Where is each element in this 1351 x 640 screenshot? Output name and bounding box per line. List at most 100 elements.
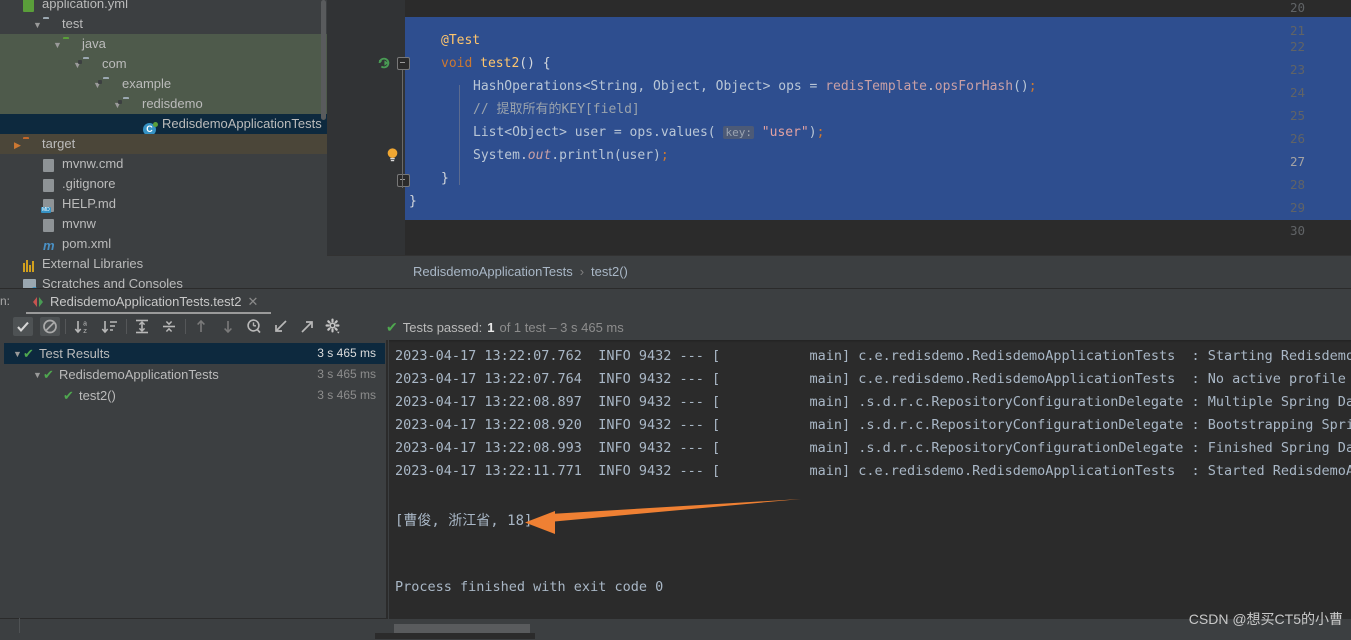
code-line-26: List<Object> user = ops.values( key: "us… xyxy=(473,125,825,140)
folder-green-icon xyxy=(63,37,79,50)
project-tree-item-application-yml[interactable]: application.yml xyxy=(0,0,327,14)
line-number-26: 26 xyxy=(1289,131,1305,146)
expand-all-icon[interactable] xyxy=(132,317,152,336)
console-top-shadow xyxy=(389,340,1351,343)
test-tree-row[interactable]: ✔ test2() 3 s 465 ms xyxy=(4,385,385,406)
toolbar-separator-2 xyxy=(126,319,127,334)
code-line-25-comment: // 提取所有的KEY[field] xyxy=(473,102,640,117)
editor-gutter[interactable] xyxy=(327,0,405,255)
console-vertical-splitter[interactable] xyxy=(386,340,388,619)
project-tree-item-label: target xyxy=(42,136,76,151)
project-tree-item-example[interactable]: ▼ example xyxy=(0,74,327,94)
test-results-tree[interactable]: ▼✔ Test Results 3 s 465 ms ▼✔ RedisdemoAppli… xyxy=(0,340,385,618)
project-tree-item-external-libraries[interactable]: External Libraries xyxy=(0,254,327,274)
project-tree-item-label: mvnw xyxy=(62,216,96,231)
code-line-24: HashOperations<String, Object, Object> o… xyxy=(473,79,1037,94)
previous-failed-test-icon[interactable] xyxy=(191,317,211,336)
console-log-line: 2023-04-17 13:22:11.771 INFO 9432 --- [ … xyxy=(395,463,1351,479)
project-tree-item-target[interactable]: ▶ target xyxy=(0,134,327,154)
run-tab-title: RedisdemoApplicationTests.test2 xyxy=(50,294,242,309)
line-number-28: 28 xyxy=(1289,177,1305,192)
tree-twisty-icon[interactable]: ▼ xyxy=(52,35,63,55)
console-log-line: 2023-04-17 13:22:07.764 INFO 9432 --- [ … xyxy=(395,371,1351,387)
code-editor[interactable]: @Test void test2() { HashOperations<Stri… xyxy=(327,0,1351,255)
run-window-label: n: xyxy=(0,294,11,308)
project-tree-item-java[interactable]: ▼ java xyxy=(0,34,327,54)
project-tree-item-label: example xyxy=(122,76,172,91)
folder-orange-icon xyxy=(23,137,39,150)
shell-file-icon xyxy=(43,216,59,232)
code-line-23: void test2() { xyxy=(441,56,551,71)
test-tree-twisty-icon[interactable]: ▼ xyxy=(12,344,23,365)
code-line-28: } xyxy=(441,171,449,186)
markdown-file-icon xyxy=(41,196,59,213)
line-number-22: 22 xyxy=(1289,39,1305,54)
run-config-icon xyxy=(33,296,43,307)
project-tree-panel[interactable]: application.yml ▼ test ▼ java ▼ com ▼ example ▼ re… xyxy=(0,0,327,288)
project-tree-item-test[interactable]: ▼ test xyxy=(0,14,327,34)
tree-twisty-icon[interactable]: ▼ xyxy=(32,15,43,35)
tree-twisty-icon[interactable]: ▶ xyxy=(12,135,23,155)
project-tree-item-scratches-and-consoles[interactable]: Scratches and Consoles xyxy=(0,274,327,288)
code-fold-marker-open[interactable] xyxy=(397,57,410,70)
breadcrumb-method[interactable]: test2() xyxy=(591,264,628,279)
test-passed-check-icon: ✔ xyxy=(43,367,54,382)
code-line-29: } xyxy=(409,194,417,209)
yml-file-icon xyxy=(23,0,39,12)
run-configuration-tab[interactable]: RedisdemoApplicationTests.test2 ✕ xyxy=(26,289,268,314)
line-number-29: 29 xyxy=(1289,200,1305,215)
project-tree-item-redisdemoapplicationtests[interactable]: C RedisdemoApplicationTests xyxy=(0,114,327,136)
test-tree-row[interactable]: ▼✔ Test Results 3 s 465 ms xyxy=(4,343,385,364)
status-strip xyxy=(0,633,1351,639)
console-log-line: 2023-04-17 13:22:07.762 INFO 9432 --- [ … xyxy=(395,348,1351,364)
run-tool-window-tabbar: n: RedisdemoApplicationTests.test2 ✕ xyxy=(0,289,1351,314)
console-output[interactable]: 2023-04-17 13:22:07.762 INFO 9432 --- [ … xyxy=(389,340,1351,619)
test-runner-toolbar: az ✔ Tests passed: 1 of 1 test – 3 s 465… xyxy=(0,314,1351,339)
project-tree-item-mvnw-cmd[interactable]: mvnw.cmd xyxy=(0,154,327,174)
test-tree-row[interactable]: ▼✔ RedisdemoApplicationTests 3 s 465 ms xyxy=(4,364,385,385)
folder-package-icon xyxy=(123,97,139,110)
project-tree-item-label: HELP.md xyxy=(62,196,116,211)
show-ignored-toggle[interactable] xyxy=(40,317,60,336)
breadcrumb[interactable]: RedisdemoApplicationTests › test2() xyxy=(413,264,628,279)
test-history-icon[interactable] xyxy=(244,317,264,336)
tree-twisty-icon[interactable]: ▼ xyxy=(112,95,123,115)
project-tree-item-mvnw[interactable]: mvnw xyxy=(0,214,327,234)
close-icon[interactable]: ✕ xyxy=(248,294,259,310)
scratches-icon xyxy=(23,276,39,288)
run-test-gutter-icon[interactable] xyxy=(377,56,391,70)
show-passed-toggle[interactable] xyxy=(13,317,33,336)
line-number-25: 25 xyxy=(1289,108,1305,123)
code-text-area[interactable]: @Test void test2() { HashOperations<Stri… xyxy=(405,0,1351,255)
gitignore-file-icon xyxy=(43,176,59,192)
tests-passed-status: ✔ Tests passed: 1 of 1 test – 3 s 465 ms xyxy=(386,319,624,336)
project-tree-item--gitignore[interactable]: .gitignore xyxy=(0,174,327,194)
watermark: CSDN @想买CT5的小曹 xyxy=(1188,611,1343,627)
breadcrumb-separator: › xyxy=(579,264,585,279)
sort-alphabetically-icon[interactable]: az xyxy=(73,317,93,336)
console-result-line: [曹俊, 浙江省, 18] xyxy=(395,513,533,529)
intention-bulb-icon[interactable] xyxy=(386,147,399,163)
tree-twisty-icon[interactable]: ▼ xyxy=(72,55,83,75)
collapse-all-icon[interactable] xyxy=(159,317,179,336)
sort-by-duration-icon[interactable] xyxy=(100,317,120,336)
tree-twisty-icon[interactable]: ▼ xyxy=(92,75,103,95)
project-tree-item-pom-xml[interactable]: m pom.xml xyxy=(0,234,327,254)
import-tests-icon[interactable] xyxy=(271,317,291,336)
next-failed-test-icon[interactable] xyxy=(218,317,238,336)
test-duration: 3 s 465 ms xyxy=(317,388,376,402)
code-fold-marker-close[interactable] xyxy=(397,174,410,187)
annotation-arrow xyxy=(525,499,801,534)
project-tree-item-redisdemo[interactable]: ▼ redisdemo xyxy=(0,94,327,114)
project-tree-scrollbar[interactable] xyxy=(320,0,327,288)
tests-passed-label: Tests passed: xyxy=(402,320,483,335)
code-indent-guide xyxy=(459,85,460,185)
breadcrumb-class[interactable]: RedisdemoApplicationTests xyxy=(413,264,573,279)
project-tree-item-com[interactable]: ▼ com xyxy=(0,54,327,74)
project-tree-item-help-md[interactable]: HELP.md xyxy=(0,194,327,214)
test-tree-twisty-icon[interactable]: ▼ xyxy=(32,365,43,386)
test-passed-check-icon: ✔ xyxy=(63,388,74,403)
settings-gear-icon[interactable] xyxy=(323,317,343,336)
export-tests-icon[interactable] xyxy=(297,317,317,336)
console-horizontal-scrollbar[interactable] xyxy=(394,624,530,633)
